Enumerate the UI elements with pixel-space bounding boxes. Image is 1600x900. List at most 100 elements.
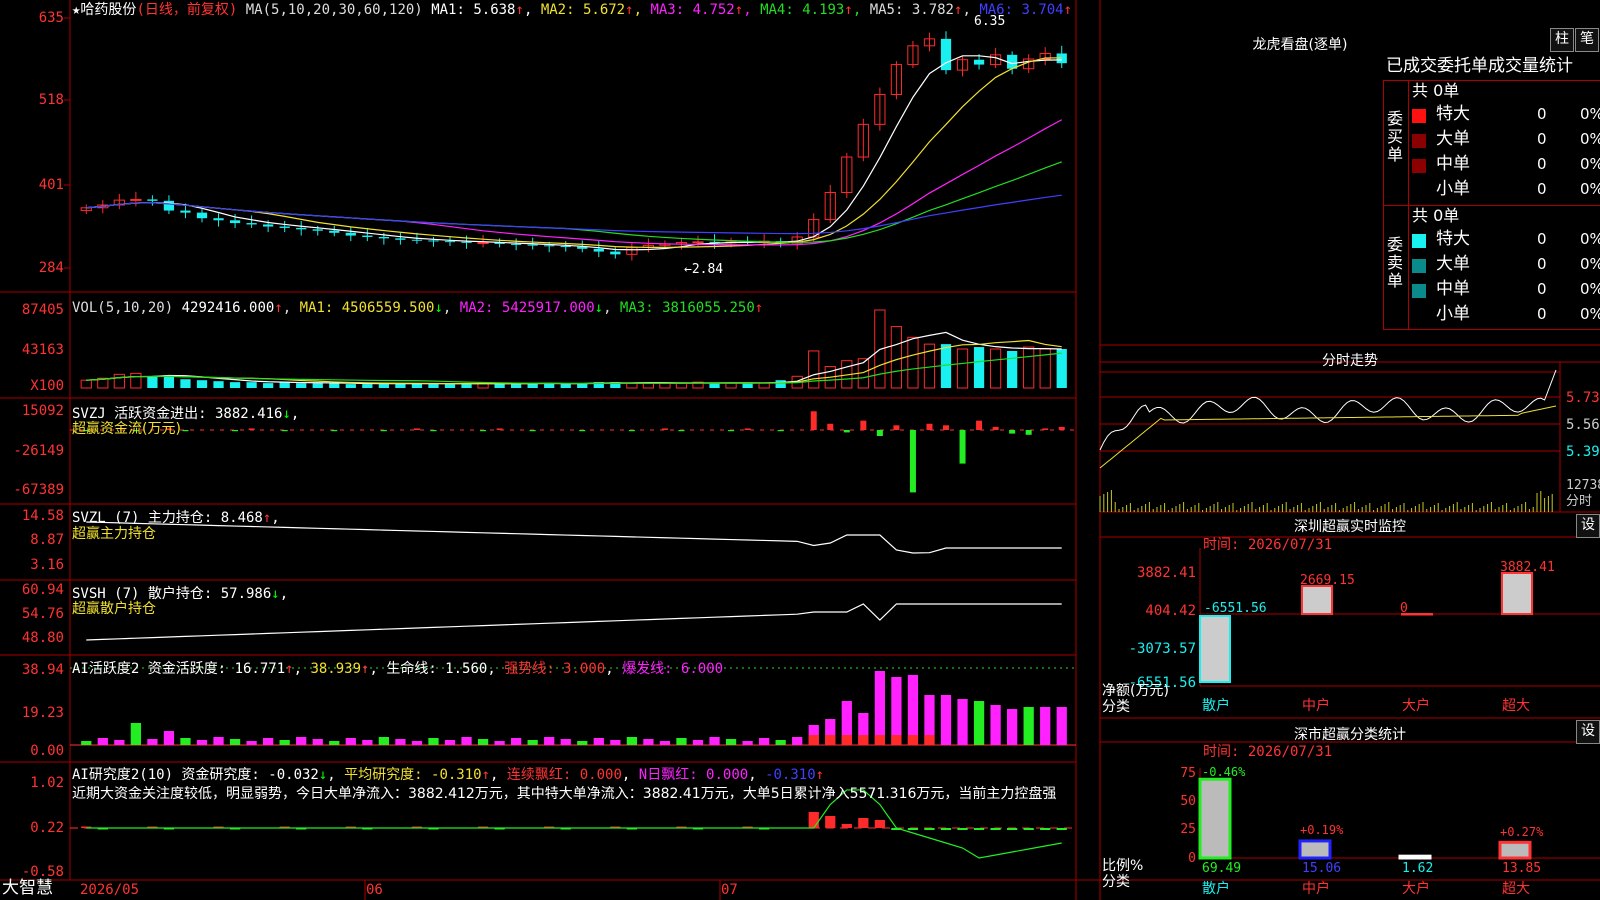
activity-bar [759, 738, 770, 745]
monitor-tick-1: 3882.41 [1136, 565, 1196, 581]
classify-category: 超大 [1502, 881, 1530, 897]
ma2-value: MA2: 5.672↑, [540, 2, 642, 18]
row-swatch [1412, 109, 1426, 123]
monitor-xlabel: 分类 [1102, 699, 1130, 715]
svzj-tick-3: -67389 [13, 482, 64, 498]
classify-tick: 75 [1180, 766, 1196, 781]
activity-bar [312, 739, 323, 745]
candle-up [477, 242, 489, 245]
activity-base [841, 735, 852, 745]
row-name: 小单 [1436, 304, 1470, 324]
flow-bar [1058, 426, 1065, 430]
activity-bar [973, 701, 985, 745]
svzl-tick-3: 3.16 [30, 557, 64, 573]
flow-bar [992, 426, 999, 430]
activity-base [874, 735, 885, 745]
candle-down [527, 244, 538, 246]
ai2-tick-2: 0.22 [30, 820, 64, 836]
monitor-bar [1501, 572, 1533, 615]
intraday-avg-line [1099, 405, 1557, 469]
tick-mode-button[interactable]: 笔 [1575, 28, 1599, 52]
activity-bar [378, 737, 389, 745]
volume-bar [444, 384, 456, 388]
volume-bar [147, 376, 158, 388]
flow-bar [810, 411, 817, 430]
classify-settings-button[interactable]: 设 [1576, 720, 1600, 744]
vol-tick-3: X100 [30, 378, 64, 394]
ai2-tick-1: 1.02 [30, 775, 64, 791]
flow-bar [1025, 430, 1032, 435]
activity-base [907, 735, 919, 745]
stock-title: ★哈药股份 [72, 2, 137, 18]
svzl-tick-2: 8.87 [30, 532, 64, 548]
activity-bar [626, 737, 637, 745]
flow-bar [843, 430, 850, 433]
dragon-title: 龙虎看盘(逐单) [1252, 37, 1348, 53]
candle-down [147, 199, 158, 201]
svsh-tick-2: 54.76 [21, 606, 64, 622]
activity-bar [163, 731, 175, 745]
volume-bar [956, 348, 969, 389]
row-n: 0 [1537, 105, 1547, 123]
vol-header: VOL(5,10,20) 4292416.000↑, MA1: 4506559.… [72, 300, 764, 316]
monitor-settings-button[interactable]: 设 [1576, 514, 1600, 538]
candle-down [560, 246, 571, 248]
activity-bar [461, 737, 472, 745]
monitor-tick-2: 404.42 [1145, 603, 1196, 619]
research-bar [1056, 828, 1067, 830]
intraday-vol-tick: 12738 [1566, 478, 1600, 493]
volume-bar [296, 383, 307, 388]
volume-bar [163, 375, 175, 388]
row-name: 小单 [1436, 179, 1470, 199]
classify-ylabel: 比例% [1102, 858, 1144, 874]
classify-bar [1498, 840, 1532, 860]
classify-tick: 25 [1180, 822, 1196, 837]
activity-bar [246, 741, 257, 745]
activity-bar [296, 737, 307, 745]
flow-bar [827, 423, 834, 430]
flow-bar [248, 428, 255, 430]
buy-total: 共 0单 [1412, 81, 1460, 100]
classify-bar [1398, 854, 1432, 860]
classify-tick: 50 [1180, 794, 1196, 809]
row-swatch [1412, 259, 1426, 273]
classify-time: 时间: 2026/07/31 [1203, 744, 1333, 760]
svzl-line [86, 521, 1062, 554]
volume-bar [890, 326, 903, 389]
bar-mode-button[interactable]: 柱 [1550, 28, 1574, 52]
kline-chart[interactable]: -6551.562669.1503882.41散户 中户 大户 超大7550250-0… [0, 0, 1600, 900]
volume-bar [1007, 350, 1018, 388]
price-tick-2: 518 [38, 92, 64, 108]
activity-bar [1023, 707, 1034, 745]
research-bar [940, 828, 952, 830]
svsh-header: SVSH (7) 散户持仓: 57.986↓, [72, 586, 289, 602]
candle-down [461, 241, 472, 243]
candle-down [593, 248, 604, 252]
activity-bar [329, 741, 340, 745]
activity-bar [97, 738, 108, 745]
volume-bar [511, 384, 522, 388]
volume-bar [180, 379, 191, 388]
x-label-jun: 06 [366, 882, 383, 898]
row-name: 特大 [1436, 229, 1470, 249]
activity-bar [775, 740, 786, 745]
ai1-tick-1: 38.94 [21, 662, 64, 678]
classify-change: +0.27% [1500, 825, 1544, 839]
activity-bar [659, 741, 671, 745]
buy-side-label: 委买单 [1386, 109, 1403, 164]
vol-ma1-line [86, 331, 1062, 385]
activity-bar [345, 738, 356, 745]
candle-down [229, 220, 241, 224]
svsh-sub: 超赢散户持仓 [72, 601, 156, 617]
flow-bar [959, 430, 966, 464]
classify-bar [1298, 839, 1332, 860]
flow-bar [1042, 428, 1049, 430]
research-bar [808, 812, 819, 828]
monitor-category: 大户 [1402, 697, 1430, 714]
svzj-tick-1: 15092 [21, 403, 64, 419]
candle-down [973, 59, 985, 65]
volume-bar [196, 380, 208, 388]
flow-bar [496, 428, 503, 430]
volume-bar [130, 372, 142, 389]
activity-bar [511, 738, 522, 745]
